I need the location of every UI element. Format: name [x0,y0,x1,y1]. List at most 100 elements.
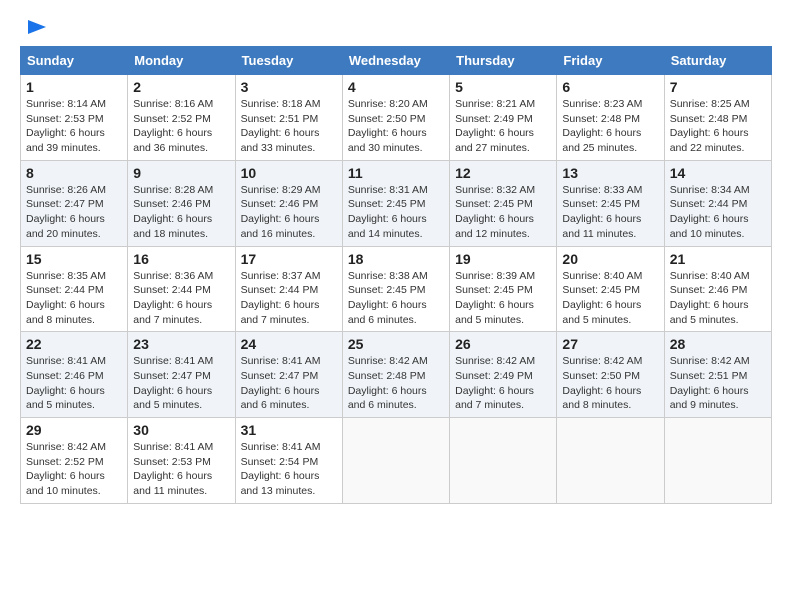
weekday-header-sunday: Sunday [21,47,128,75]
calendar-cell: 31 Sunrise: 8:41 AMSunset: 2:54 PMDaylig… [235,418,342,504]
day-number: 2 [133,79,229,95]
day-info: Sunrise: 8:14 AMSunset: 2:53 PMDaylight:… [26,98,106,154]
day-number: 9 [133,165,229,181]
day-info: Sunrise: 8:32 AMSunset: 2:45 PMDaylight:… [455,184,535,240]
day-number: 5 [455,79,551,95]
weekday-header-tuesday: Tuesday [235,47,342,75]
day-number: 3 [241,79,337,95]
day-number: 21 [670,251,766,267]
day-info: Sunrise: 8:29 AMSunset: 2:46 PMDaylight:… [241,184,321,240]
day-info: Sunrise: 8:42 AMSunset: 2:49 PMDaylight:… [455,355,535,411]
logo-arrow-icon [26,16,48,38]
day-number: 23 [133,336,229,352]
day-number: 16 [133,251,229,267]
calendar-cell: 29 Sunrise: 8:42 AMSunset: 2:52 PMDaylig… [21,418,128,504]
calendar-cell: 20 Sunrise: 8:40 AMSunset: 2:45 PMDaylig… [557,246,664,332]
day-number: 27 [562,336,658,352]
day-info: Sunrise: 8:35 AMSunset: 2:44 PMDaylight:… [26,270,106,326]
calendar-cell: 28 Sunrise: 8:42 AMSunset: 2:51 PMDaylig… [664,332,771,418]
calendar-week-row: 15 Sunrise: 8:35 AMSunset: 2:44 PMDaylig… [21,246,772,332]
day-number: 4 [348,79,444,95]
weekday-header-thursday: Thursday [450,47,557,75]
calendar-cell: 23 Sunrise: 8:41 AMSunset: 2:47 PMDaylig… [128,332,235,418]
weekday-header-saturday: Saturday [664,47,771,75]
day-number: 22 [26,336,122,352]
calendar-cell: 1 Sunrise: 8:14 AMSunset: 2:53 PMDayligh… [21,75,128,161]
day-number: 10 [241,165,337,181]
day-info: Sunrise: 8:21 AMSunset: 2:49 PMDaylight:… [455,98,535,154]
calendar-week-row: 22 Sunrise: 8:41 AMSunset: 2:46 PMDaylig… [21,332,772,418]
calendar-cell: 22 Sunrise: 8:41 AMSunset: 2:46 PMDaylig… [21,332,128,418]
day-info: Sunrise: 8:41 AMSunset: 2:47 PMDaylight:… [133,355,213,411]
day-info: Sunrise: 8:40 AMSunset: 2:45 PMDaylight:… [562,270,642,326]
calendar-cell: 2 Sunrise: 8:16 AMSunset: 2:52 PMDayligh… [128,75,235,161]
day-number: 24 [241,336,337,352]
day-info: Sunrise: 8:28 AMSunset: 2:46 PMDaylight:… [133,184,213,240]
calendar-week-row: 1 Sunrise: 8:14 AMSunset: 2:53 PMDayligh… [21,75,772,161]
day-info: Sunrise: 8:20 AMSunset: 2:50 PMDaylight:… [348,98,428,154]
day-number: 20 [562,251,658,267]
day-info: Sunrise: 8:18 AMSunset: 2:51 PMDaylight:… [241,98,321,154]
calendar-body: 1 Sunrise: 8:14 AMSunset: 2:53 PMDayligh… [21,75,772,504]
day-number: 26 [455,336,551,352]
calendar-cell: 12 Sunrise: 8:32 AMSunset: 2:45 PMDaylig… [450,160,557,246]
day-number: 14 [670,165,766,181]
calendar-cell [557,418,664,504]
day-info: Sunrise: 8:38 AMSunset: 2:45 PMDaylight:… [348,270,428,326]
day-number: 7 [670,79,766,95]
day-number: 25 [348,336,444,352]
calendar-cell: 5 Sunrise: 8:21 AMSunset: 2:49 PMDayligh… [450,75,557,161]
calendar-cell: 11 Sunrise: 8:31 AMSunset: 2:45 PMDaylig… [342,160,449,246]
day-info: Sunrise: 8:23 AMSunset: 2:48 PMDaylight:… [562,98,642,154]
day-number: 1 [26,79,122,95]
calendar-cell: 8 Sunrise: 8:26 AMSunset: 2:47 PMDayligh… [21,160,128,246]
day-number: 12 [455,165,551,181]
day-info: Sunrise: 8:26 AMSunset: 2:47 PMDaylight:… [26,184,106,240]
day-number: 29 [26,422,122,438]
calendar-cell: 17 Sunrise: 8:37 AMSunset: 2:44 PMDaylig… [235,246,342,332]
calendar-cell: 3 Sunrise: 8:18 AMSunset: 2:51 PMDayligh… [235,75,342,161]
calendar-cell: 25 Sunrise: 8:42 AMSunset: 2:48 PMDaylig… [342,332,449,418]
calendar-cell: 21 Sunrise: 8:40 AMSunset: 2:46 PMDaylig… [664,246,771,332]
day-number: 6 [562,79,658,95]
calendar-cell: 19 Sunrise: 8:39 AMSunset: 2:45 PMDaylig… [450,246,557,332]
day-info: Sunrise: 8:42 AMSunset: 2:48 PMDaylight:… [348,355,428,411]
calendar-cell [342,418,449,504]
calendar-cell: 6 Sunrise: 8:23 AMSunset: 2:48 PMDayligh… [557,75,664,161]
day-info: Sunrise: 8:41 AMSunset: 2:54 PMDaylight:… [241,441,321,497]
day-number: 17 [241,251,337,267]
calendar-cell: 18 Sunrise: 8:38 AMSunset: 2:45 PMDaylig… [342,246,449,332]
day-number: 15 [26,251,122,267]
calendar-cell: 16 Sunrise: 8:36 AMSunset: 2:44 PMDaylig… [128,246,235,332]
weekday-header-monday: Monday [128,47,235,75]
calendar-cell: 24 Sunrise: 8:41 AMSunset: 2:47 PMDaylig… [235,332,342,418]
day-info: Sunrise: 8:42 AMSunset: 2:51 PMDaylight:… [670,355,750,411]
day-number: 30 [133,422,229,438]
day-info: Sunrise: 8:33 AMSunset: 2:45 PMDaylight:… [562,184,642,240]
day-info: Sunrise: 8:16 AMSunset: 2:52 PMDaylight:… [133,98,213,154]
weekday-header-friday: Friday [557,47,664,75]
weekday-header-wednesday: Wednesday [342,47,449,75]
day-info: Sunrise: 8:25 AMSunset: 2:48 PMDaylight:… [670,98,750,154]
logo [20,16,48,38]
day-info: Sunrise: 8:31 AMSunset: 2:45 PMDaylight:… [348,184,428,240]
calendar-cell: 9 Sunrise: 8:28 AMSunset: 2:46 PMDayligh… [128,160,235,246]
day-info: Sunrise: 8:40 AMSunset: 2:46 PMDaylight:… [670,270,750,326]
day-number: 28 [670,336,766,352]
calendar-cell: 27 Sunrise: 8:42 AMSunset: 2:50 PMDaylig… [557,332,664,418]
page-header [20,16,772,38]
calendar-cell: 10 Sunrise: 8:29 AMSunset: 2:46 PMDaylig… [235,160,342,246]
day-info: Sunrise: 8:41 AMSunset: 2:46 PMDaylight:… [26,355,106,411]
day-info: Sunrise: 8:42 AMSunset: 2:52 PMDaylight:… [26,441,106,497]
calendar-cell: 7 Sunrise: 8:25 AMSunset: 2:48 PMDayligh… [664,75,771,161]
calendar-cell: 4 Sunrise: 8:20 AMSunset: 2:50 PMDayligh… [342,75,449,161]
day-number: 8 [26,165,122,181]
day-number: 31 [241,422,337,438]
day-info: Sunrise: 8:39 AMSunset: 2:45 PMDaylight:… [455,270,535,326]
calendar-cell: 13 Sunrise: 8:33 AMSunset: 2:45 PMDaylig… [557,160,664,246]
day-info: Sunrise: 8:36 AMSunset: 2:44 PMDaylight:… [133,270,213,326]
calendar-cell: 30 Sunrise: 8:41 AMSunset: 2:53 PMDaylig… [128,418,235,504]
calendar-week-row: 29 Sunrise: 8:42 AMSunset: 2:52 PMDaylig… [21,418,772,504]
calendar-week-row: 8 Sunrise: 8:26 AMSunset: 2:47 PMDayligh… [21,160,772,246]
day-info: Sunrise: 8:41 AMSunset: 2:53 PMDaylight:… [133,441,213,497]
